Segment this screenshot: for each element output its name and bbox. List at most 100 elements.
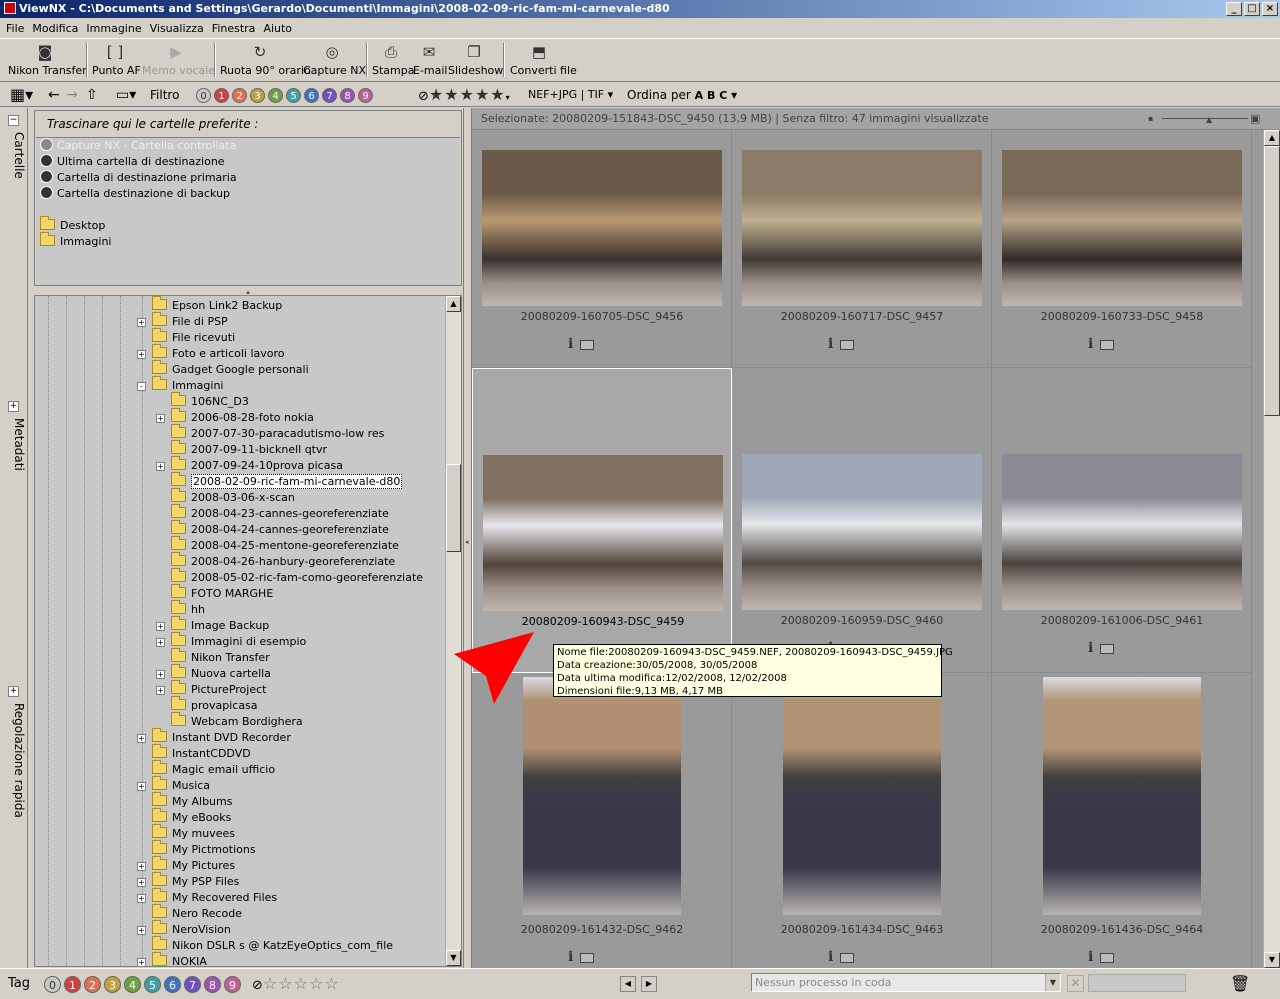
label-8-button[interactable]: 8 xyxy=(204,975,221,993)
menu-immagine[interactable]: Immagine xyxy=(82,22,145,35)
capture-nx-button[interactable]: ◎ Capture NX xyxy=(303,41,366,81)
expand-icon[interactable]: + xyxy=(137,318,146,327)
photo-thumbnail[interactable] xyxy=(482,150,722,306)
tree-node[interactable]: + Nuova cartella xyxy=(156,664,271,682)
label-1-button[interactable]: 1 xyxy=(214,88,229,103)
tree-node[interactable]: + My PSP Files xyxy=(137,872,239,890)
thumbnail-size-slider[interactable]: ▲ xyxy=(1162,116,1248,124)
rating-filter[interactable]: ⊘★★★★★▾ xyxy=(418,86,510,105)
collapse-icon[interactable]: − xyxy=(8,115,19,126)
tree-node[interactable]: 2008-04-25-mentone-georeferenziate xyxy=(171,536,399,554)
size-small-icon[interactable]: ▪ xyxy=(1148,108,1153,130)
photo-thumbnail[interactable] xyxy=(483,455,723,611)
no-rating-icon[interactable]: ⊘ xyxy=(252,978,263,993)
comment-icon[interactable] xyxy=(840,953,854,963)
label-0-button[interactable]: 0 xyxy=(196,88,211,103)
tree-node[interactable]: 2008-03-06-x-scan xyxy=(171,488,295,506)
next-icon[interactable]: ▶ xyxy=(641,976,657,992)
close-button[interactable]: × xyxy=(1262,2,1278,16)
label-8-button[interactable]: 8 xyxy=(340,88,355,103)
nikon-transfer-button[interactable]: ◙ Nikon Transfer xyxy=(8,41,87,81)
photo-thumbnail[interactable] xyxy=(523,677,681,915)
slideshow-button[interactable]: ❐ Slideshow xyxy=(448,41,503,81)
comment-icon[interactable] xyxy=(840,340,854,350)
scroll-up-icon[interactable]: ▲ xyxy=(446,296,461,312)
scroll-down-icon[interactable]: ▼ xyxy=(446,950,461,966)
fav-backup-destination[interactable]: Cartella destinazione di backup xyxy=(40,186,230,202)
fav-capture-nx[interactable]: Capture NX - Cartella controllata xyxy=(40,138,236,154)
expand-icon[interactable]: + xyxy=(137,782,146,791)
info-icon[interactable]: i xyxy=(568,949,573,965)
photo-thumbnail[interactable] xyxy=(1002,454,1242,610)
tree-node[interactable]: provapicasa xyxy=(171,696,258,714)
tree-node[interactable]: 106NC_D3 xyxy=(171,392,249,410)
thumbnail-cell[interactable]: 20080209-160943-DSC_9459 xyxy=(472,368,732,673)
tree-node[interactable]: + PictureProject xyxy=(156,680,266,698)
tree-node[interactable]: Epson Link2 Backup xyxy=(152,296,282,314)
memo-vocale-button[interactable]: ▶ Memo vocale xyxy=(142,41,215,81)
fav-primary-destination[interactable]: Cartella di destinazione primaria xyxy=(40,170,237,186)
panel-divider[interactable]: ◂ xyxy=(463,108,472,968)
process-queue-dropdown[interactable]: Nessun processo in coda ▼ xyxy=(751,973,1061,992)
expand-icon[interactable]: + xyxy=(137,862,146,871)
label-1-button[interactable]: 1 xyxy=(64,975,81,993)
menu-modifica[interactable]: Modifica xyxy=(28,22,82,35)
tree-node[interactable]: 2008-02-09-ric-fam-mi-carnevale-d80 xyxy=(171,472,403,490)
fav-desktop[interactable]: Desktop xyxy=(40,216,105,234)
tree-node[interactable]: Magic email ufficio xyxy=(152,760,275,778)
menu-aiuto[interactable]: Aiuto xyxy=(259,22,296,35)
prev-icon[interactable]: ◀ xyxy=(620,976,636,992)
info-icon[interactable]: i xyxy=(568,336,573,352)
tree-node[interactable]: My muvees xyxy=(152,824,235,842)
label-7-button[interactable]: 7 xyxy=(184,975,201,993)
rotate-button[interactable]: ↻ Ruota 90° orario xyxy=(220,41,311,81)
tab-metadati[interactable]: + Metadati xyxy=(2,398,26,678)
format-filter[interactable]: NEF+JPG | TIF ▾ xyxy=(528,86,613,104)
expand-icon[interactable]: + xyxy=(137,958,146,966)
email-button[interactable]: ✉ E-mail xyxy=(413,41,448,81)
label-7-button[interactable]: 7 xyxy=(322,88,337,103)
tree-node[interactable]: 2008-05-02-ric-fam-como-georeferenziate xyxy=(171,568,423,586)
label-4-button[interactable]: 4 xyxy=(124,975,141,993)
tree-node[interactable]: 2008-04-24-cannes-georeferenziate xyxy=(171,520,389,538)
scroll-down-icon[interactable]: ▼ xyxy=(1264,952,1280,968)
tree-node[interactable]: + My Pictures xyxy=(137,856,235,874)
tree-node[interactable]: My Pictmotions xyxy=(152,840,256,858)
expand-icon[interactable]: + xyxy=(8,686,19,697)
minimize-button[interactable]: _ xyxy=(1226,2,1242,16)
chevron-down-icon[interactable]: ▼ xyxy=(1045,974,1060,991)
expand-icon[interactable]: + xyxy=(156,622,165,631)
tag-stars[interactable]: ☆☆☆☆☆ xyxy=(263,974,340,993)
expand-icon[interactable]: + xyxy=(137,734,146,743)
panel-splitter[interactable]: ▴ xyxy=(34,287,462,296)
label-0-button[interactable]: 0 xyxy=(44,975,61,993)
thumbnail-cell[interactable]: 20080209-160705-DSC_9456 i xyxy=(472,130,732,368)
tree-node[interactable]: Nikon Transfer xyxy=(171,648,270,666)
tree-node[interactable]: + File di PSP xyxy=(137,312,228,330)
label-9-button[interactable]: 9 xyxy=(358,88,373,103)
tree-node[interactable]: - Immagini xyxy=(137,376,223,394)
label-3-button[interactable]: 3 xyxy=(104,975,121,993)
info-icon[interactable]: i xyxy=(1088,949,1093,965)
comment-icon[interactable] xyxy=(580,340,594,350)
comment-icon[interactable] xyxy=(1100,340,1114,350)
grid-view-icon[interactable]: ▦▾ xyxy=(10,86,33,104)
tab-cartelle[interactable]: − Cartelle xyxy=(2,112,26,392)
tree-node[interactable]: + NOKIA xyxy=(137,952,207,966)
tree-node[interactable]: File ricevuti xyxy=(152,328,235,346)
expand-icon[interactable]: + xyxy=(156,462,165,471)
trash-icon[interactable]: 🗑 xyxy=(1230,974,1250,994)
thumbnail-cell[interactable]: 20080209-160717-DSC_9457 i xyxy=(732,130,992,368)
tree-node[interactable]: +2007-09-24-10prova picasa xyxy=(156,456,343,474)
tree-node[interactable]: Nikon DSLR s @ KatzEyeOptics_com_file xyxy=(152,936,393,954)
thumbnail-cell[interactable]: 20080209-161006-DSC_9461 i xyxy=(992,368,1252,673)
label-4-button[interactable]: 4 xyxy=(268,88,283,103)
info-icon[interactable]: i xyxy=(1088,640,1093,656)
thumbnail-cell[interactable]: 20080209-161436-DSC_9464 i xyxy=(992,673,1252,973)
expand-icon[interactable]: + xyxy=(156,414,165,423)
info-icon[interactable]: i xyxy=(828,336,833,352)
photo-thumbnail[interactable] xyxy=(783,677,941,915)
sort-dropdown[interactable]: Ordina per A B C ▾ xyxy=(627,86,737,104)
thumbnail-cell[interactable]: 20080209-160959-DSC_9460i xyxy=(732,368,992,673)
tree-node[interactable]: Gadget Google personali xyxy=(152,360,309,378)
